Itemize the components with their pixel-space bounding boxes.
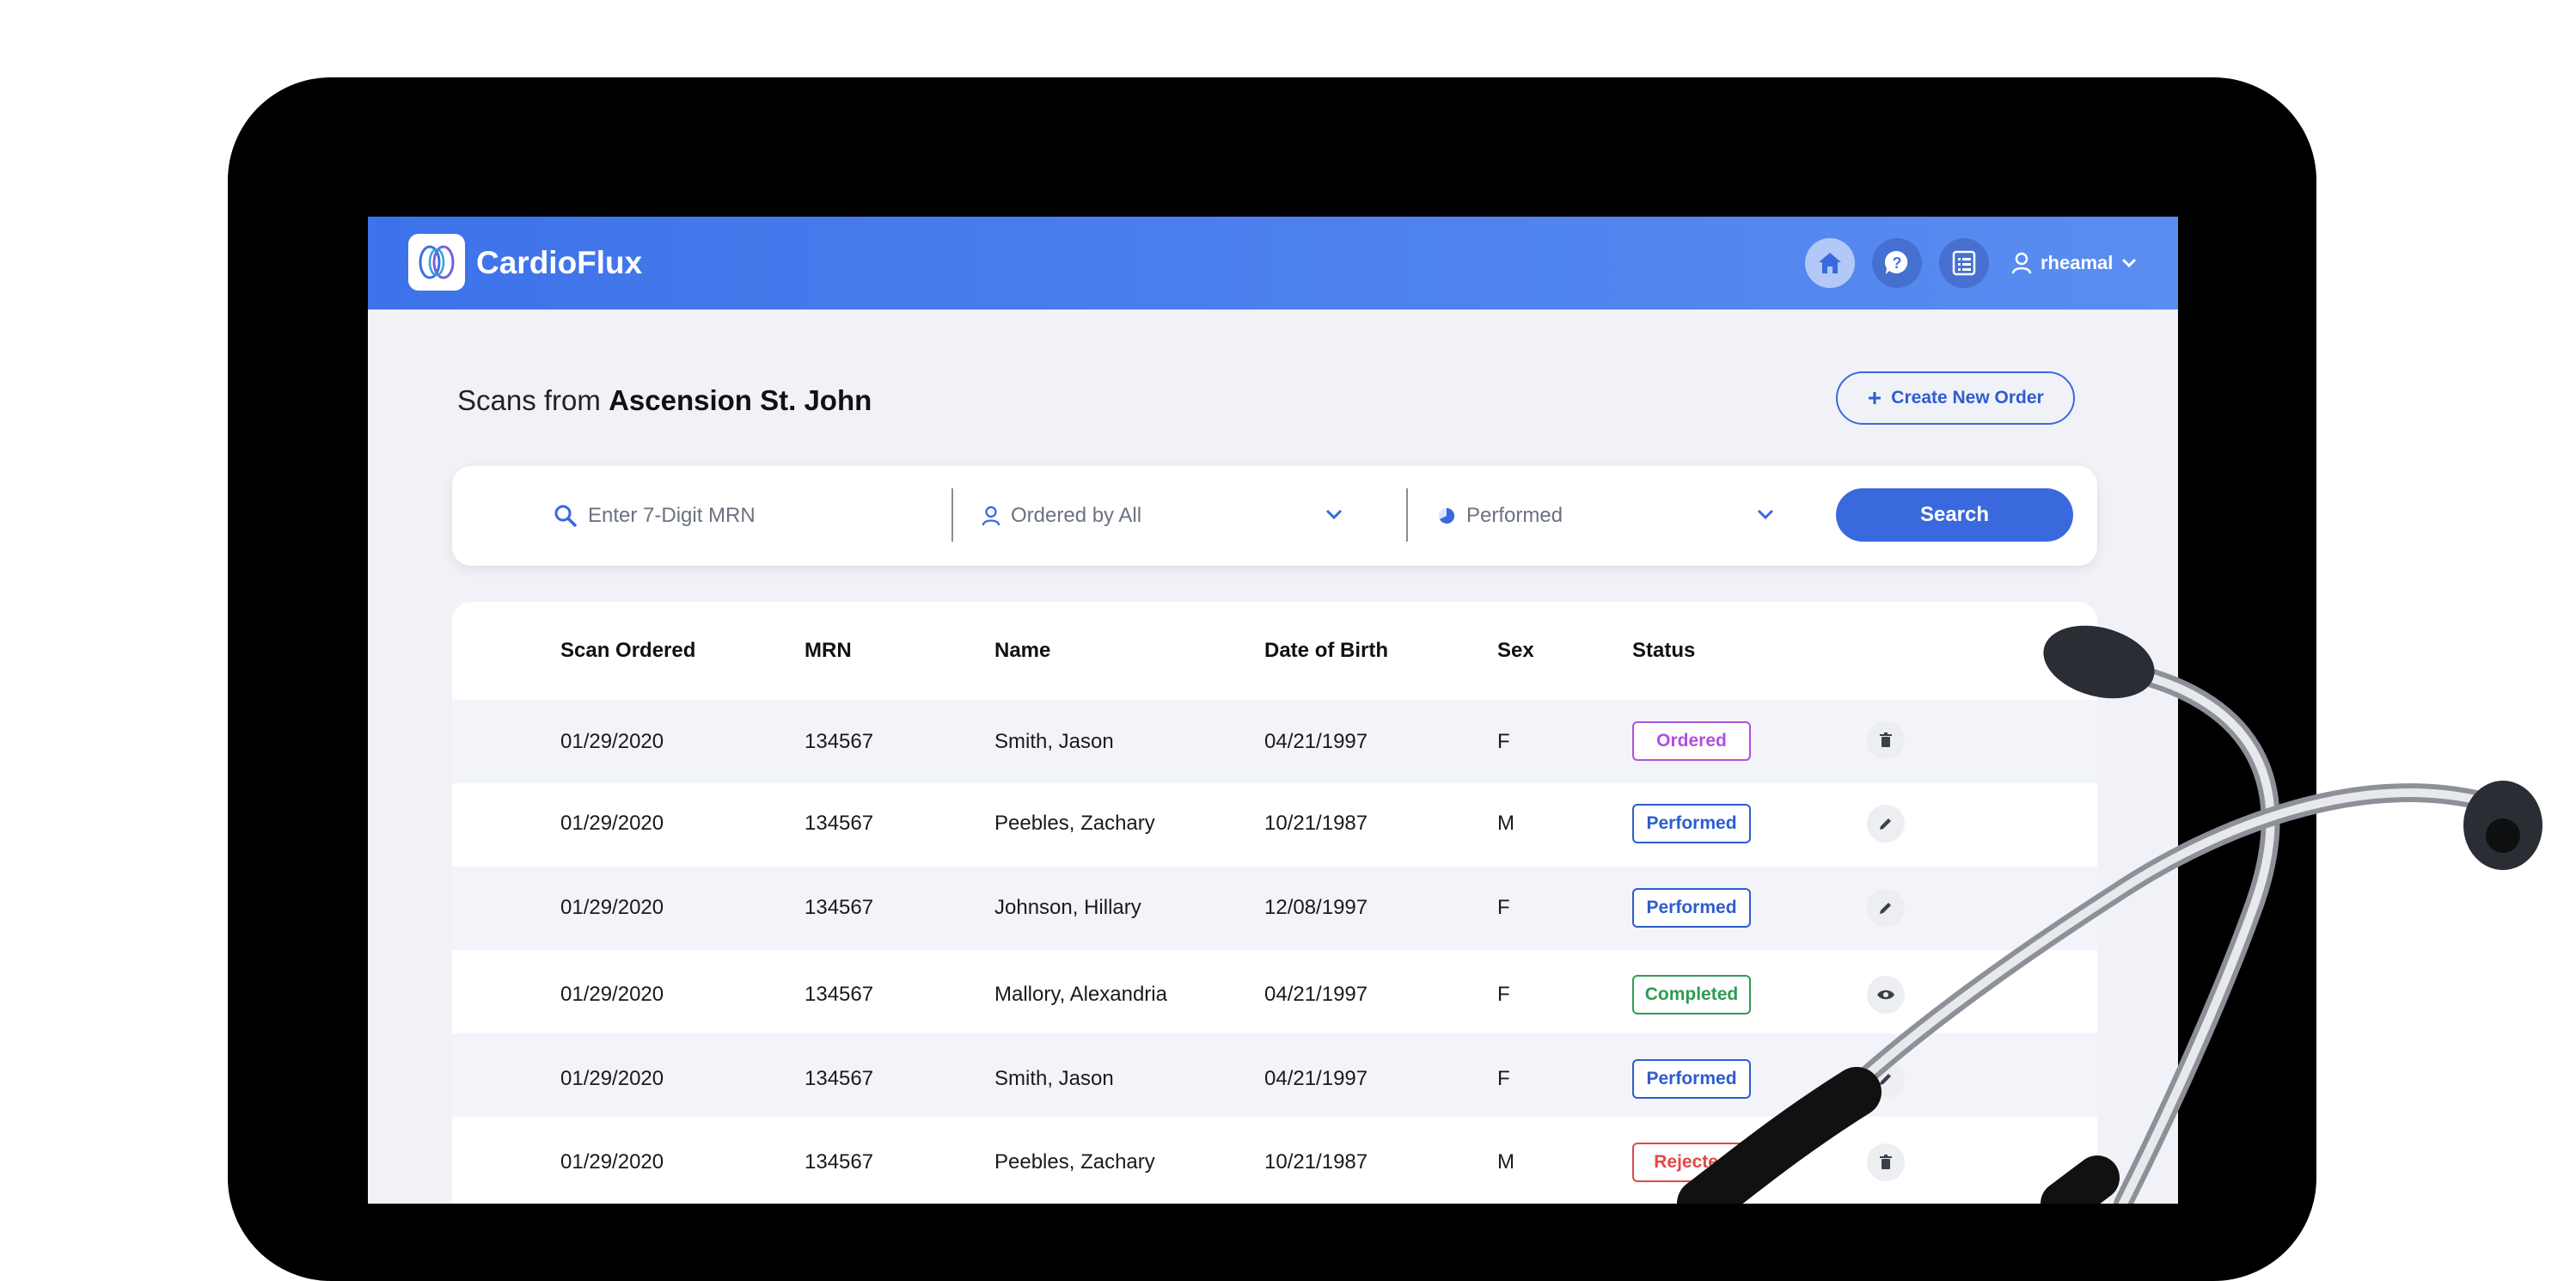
name-cell: Johnson, Hillary xyxy=(994,896,1141,919)
table-row[interactable]: 01/29/2020 134567 Johnson, Hillary 12/08… xyxy=(452,867,2097,950)
sex-cell: M xyxy=(1497,812,1514,835)
search-bar: Enter 7-Digit MRN Ordered by All Perform… xyxy=(452,466,2097,566)
column-header-scan-ordered[interactable]: Scan Ordered xyxy=(560,638,695,664)
page-title: Scans from Ascension St. John xyxy=(457,380,872,421)
username: rheamal xyxy=(2041,252,2114,273)
plus-icon xyxy=(1869,392,1882,404)
scan-ordered-cell: 01/29/2020 xyxy=(560,1150,664,1174)
table-row[interactable]: 01/29/2020 134567 Mallory, Alexandria 04… xyxy=(452,950,2097,1033)
orders-list-button[interactable] xyxy=(1939,238,1989,288)
create-new-order-label: Create New Order xyxy=(1891,388,2044,408)
delete-button[interactable] xyxy=(1867,1143,1905,1181)
status-badge-performed: Performed xyxy=(1632,804,1751,843)
edit-button[interactable] xyxy=(1867,805,1905,843)
view-button[interactable] xyxy=(1867,976,1905,1014)
sex-cell: F xyxy=(1497,1067,1510,1090)
heart-logo-icon xyxy=(419,245,455,279)
edit-button[interactable] xyxy=(1867,1060,1905,1098)
dob-cell: 10/21/1987 xyxy=(1264,1150,1368,1174)
logo[interactable] xyxy=(408,234,465,291)
name-cell: Mallory, Alexandria xyxy=(994,983,1167,1006)
mrn-search-field[interactable]: Enter 7-Digit MRN xyxy=(554,466,756,566)
mrn-cell: 134567 xyxy=(805,1150,874,1174)
dob-cell: 04/21/1997 xyxy=(1264,730,1368,753)
mrn-cell: 134567 xyxy=(805,896,874,919)
column-header-mrn[interactable]: MRN xyxy=(805,638,852,664)
sex-cell: F xyxy=(1497,983,1510,1006)
help-icon: ? xyxy=(1884,250,1908,274)
facility-name: Ascension St. John xyxy=(609,384,872,416)
search-button[interactable]: Search xyxy=(1836,488,2073,542)
status-badge-performed: Performed xyxy=(1632,888,1751,928)
scan-ordered-cell: 01/29/2020 xyxy=(560,983,664,1006)
sex-cell: M xyxy=(1497,1150,1514,1174)
brand-name: CardioFlux xyxy=(476,245,643,280)
user-icon xyxy=(982,506,1000,526)
status-select[interactable]: Performed xyxy=(1437,466,1563,566)
column-header-name[interactable]: Name xyxy=(994,638,1050,664)
column-header-sex[interactable]: Sex xyxy=(1497,638,1534,664)
delete-button[interactable] xyxy=(1867,721,1905,759)
status-badge-rejected: Rejected xyxy=(1632,1143,1751,1182)
trash-icon xyxy=(1880,732,1892,747)
table-row[interactable]: 01/29/2020 134567 Smith, Jason 04/21/199… xyxy=(452,1033,2097,1117)
pencil-icon xyxy=(1880,818,1891,830)
trash-icon xyxy=(1880,1155,1892,1169)
column-header-date-of-birth[interactable]: Date of Birth xyxy=(1264,638,1388,664)
app-header: CardioFlux ? rheamal xyxy=(368,217,2178,310)
mrn-cell: 134567 xyxy=(805,983,874,1006)
edit-button[interactable] xyxy=(1867,889,1905,927)
table-row[interactable]: 01/29/2020 134567 Peebles, Zachary 10/21… xyxy=(452,1117,2097,1200)
sex-cell: F xyxy=(1497,730,1510,753)
create-new-order-button[interactable]: Create New Order xyxy=(1836,371,2075,425)
page-title-prefix: Scans from xyxy=(457,384,601,416)
dob-cell: 04/21/1997 xyxy=(1264,983,1368,1006)
status-pie-icon xyxy=(1439,507,1455,524)
name-cell: Smith, Jason xyxy=(994,1067,1114,1090)
table-row[interactable]: 01/29/2020 134567 Peebles, Zachary 10/21… xyxy=(452,783,2097,867)
search-icon xyxy=(554,505,578,528)
name-cell: Smith, Jason xyxy=(994,730,1114,753)
app-screen: CardioFlux ? rheamal Scans from Ascensio… xyxy=(368,217,2178,1204)
table-header: Scan Ordered MRN Name Date of Birth Sex … xyxy=(452,602,2097,700)
help-button[interactable]: ? xyxy=(1872,238,1922,288)
chevron-down-icon xyxy=(2122,258,2137,268)
field-divider xyxy=(951,488,953,542)
list-icon xyxy=(1952,250,1976,276)
user-icon xyxy=(2011,252,2032,274)
scan-ordered-cell: 01/29/2020 xyxy=(560,812,664,835)
name-cell: Peebles, Zachary xyxy=(994,1150,1155,1174)
status-value: Performed xyxy=(1466,504,1563,527)
scans-table: Scan Ordered MRN Name Date of Birth Sex … xyxy=(452,602,2097,1204)
home-button[interactable] xyxy=(1805,238,1855,288)
user-menu[interactable]: rheamal xyxy=(2011,248,2137,279)
mrn-cell: 134567 xyxy=(805,1067,874,1090)
dob-cell: 04/21/1997 xyxy=(1264,1067,1368,1090)
scan-ordered-cell: 01/29/2020 xyxy=(560,896,664,919)
column-header-status[interactable]: Status xyxy=(1632,638,1695,664)
svg-text:?: ? xyxy=(1893,254,1902,272)
dob-cell: 10/21/1987 xyxy=(1264,812,1368,835)
table-row[interactable]: 01/29/2020 134567 Smith, Jason 04/21/199… xyxy=(452,700,2097,783)
field-divider xyxy=(1406,488,1408,542)
scan-ordered-cell: 01/29/2020 xyxy=(560,730,664,753)
ordered-by-select[interactable]: Ordered by All xyxy=(982,466,1141,566)
status-badge-completed: Completed xyxy=(1632,975,1751,1014)
ordered-by-value: Ordered by All xyxy=(1011,504,1142,527)
home-icon xyxy=(1819,253,1841,273)
name-cell: Peebles, Zachary xyxy=(994,812,1155,835)
mrn-cell: 134567 xyxy=(805,812,874,835)
dob-cell: 12/08/1997 xyxy=(1264,896,1368,919)
chevron-down-icon[interactable] xyxy=(1757,509,1774,521)
mrn-cell: 134567 xyxy=(805,730,874,753)
sex-cell: F xyxy=(1497,896,1510,919)
pencil-icon xyxy=(1880,1074,1891,1085)
chevron-down-icon[interactable] xyxy=(1325,509,1343,521)
eye-icon xyxy=(1877,990,1894,1000)
scan-ordered-cell: 01/29/2020 xyxy=(560,1067,664,1090)
mrn-placeholder: Enter 7-Digit MRN xyxy=(588,504,756,527)
pencil-icon xyxy=(1880,903,1891,914)
status-badge-performed: Performed xyxy=(1632,1059,1751,1099)
status-badge-ordered: Ordered xyxy=(1632,721,1751,761)
